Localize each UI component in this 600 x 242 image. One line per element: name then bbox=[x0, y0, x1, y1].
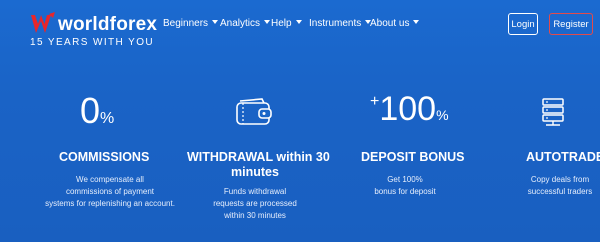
stat-suffix: % bbox=[100, 110, 115, 127]
register-button[interactable]: Register bbox=[549, 13, 593, 35]
desc-line: Copy deals from bbox=[530, 175, 590, 184]
feature-title-line1: WITHDRAWAL within 30 bbox=[187, 150, 330, 164]
bonus-stat: +100% bbox=[370, 90, 449, 129]
nav-item-about-us[interactable]: About us bbox=[370, 18, 420, 29]
feature-title: COMMISSIONS bbox=[59, 150, 150, 164]
commissions-stat: 0% bbox=[80, 90, 114, 132]
stat-prefix: + bbox=[370, 93, 380, 110]
logo-mark-icon bbox=[31, 12, 55, 33]
desc-line: Funds withdrawal bbox=[223, 187, 287, 196]
desc-line: bonus for deposit bbox=[374, 187, 436, 196]
feature-title: DEPOSIT BONUS bbox=[361, 150, 465, 164]
feature-desc: We compensate all commissions of payment… bbox=[30, 174, 190, 210]
nav-label: Help bbox=[271, 18, 292, 29]
nav-item-instruments[interactable]: Instruments bbox=[309, 18, 372, 29]
nav-item-analytics[interactable]: Analytics bbox=[220, 18, 271, 29]
nav-item-help[interactable]: Help bbox=[271, 18, 302, 29]
brand-tagline: 15 YEARS WITH YOU bbox=[30, 37, 155, 48]
nav-label: Analytics bbox=[220, 18, 261, 29]
chevron-down-icon bbox=[295, 20, 302, 24]
site-header: worldforex 15 YEARS WITH YOU Beginners A… bbox=[0, 0, 600, 48]
feature-title-line2: minutes bbox=[231, 165, 279, 179]
chevron-down-icon bbox=[212, 20, 219, 24]
chevron-down-icon bbox=[264, 20, 271, 24]
feature-title: AUTOTRADE bbox=[526, 150, 600, 164]
desc-line: within 30 minutes bbox=[224, 211, 286, 220]
feature-desc: Funds withdrawal requests are processed … bbox=[195, 186, 315, 222]
stat-number: 100 bbox=[379, 90, 437, 128]
nav-label: Beginners bbox=[163, 18, 209, 29]
wallet-icon bbox=[236, 98, 272, 125]
chevron-down-icon bbox=[413, 20, 420, 24]
login-button[interactable]: Login bbox=[508, 13, 538, 35]
nav-item-beginners[interactable]: Beginners bbox=[163, 18, 219, 29]
logo[interactable]: worldforex 15 YEARS WITH YOU bbox=[30, 10, 157, 48]
feature-desc: Copy deals from successful traders bbox=[520, 174, 600, 198]
desc-line: systems for replenishing an account. bbox=[45, 199, 175, 208]
desc-line: requests are processed bbox=[213, 199, 297, 208]
page: worldforex 15 YEARS WITH YOU Beginners A… bbox=[0, 0, 600, 242]
feature-desc: Get 100% bonus for deposit bbox=[350, 174, 460, 198]
nav-label: Instruments bbox=[309, 18, 362, 29]
desc-line: Get 100% bbox=[387, 175, 423, 184]
brand-name: worldforex bbox=[58, 14, 158, 35]
desc-line: commissions of payment bbox=[65, 187, 155, 196]
desc-line: We compensate all bbox=[76, 175, 144, 184]
nav-label: About us bbox=[370, 18, 410, 29]
stat-number: 0 bbox=[80, 90, 101, 131]
servers-icon bbox=[542, 98, 564, 126]
desc-line: successful traders bbox=[527, 187, 593, 196]
stat-suffix: % bbox=[436, 107, 449, 123]
